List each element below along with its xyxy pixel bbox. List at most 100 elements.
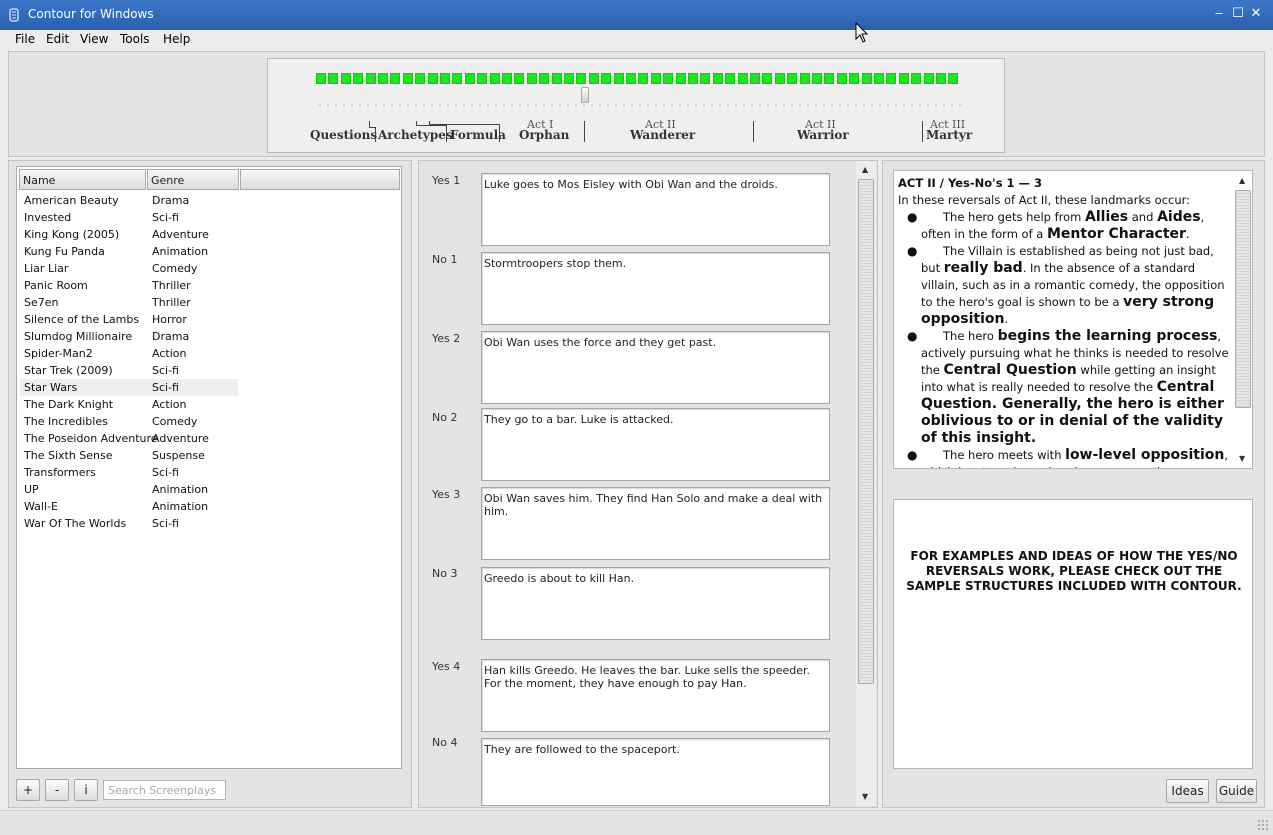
beat-cell[interactable]: [365, 73, 376, 84]
beat-cell[interactable]: [353, 73, 364, 84]
beat-cell[interactable]: [712, 73, 723, 84]
beat-cell[interactable]: [750, 73, 760, 84]
beat-cell[interactable]: [576, 73, 587, 84]
beat-cell[interactable]: [452, 73, 463, 84]
beat-cell[interactable]: [539, 73, 550, 84]
reversal-scrollbar[interactable]: ▲ ▼: [856, 161, 876, 806]
table-row[interactable]: The Incredibles Comedy: [20, 413, 238, 430]
table-row[interactable]: UP Animation: [20, 481, 238, 498]
beat-cell[interactable]: [588, 73, 599, 84]
table-row[interactable]: Kung Fu Panda Animation: [20, 243, 238, 260]
table-row[interactable]: Liar Liar Comedy: [20, 260, 238, 277]
menu-view[interactable]: View: [80, 32, 108, 46]
beat-cell[interactable]: [626, 73, 636, 84]
beat-cell[interactable]: [936, 73, 946, 84]
table-row[interactable]: Invested Sci-fi: [20, 209, 238, 226]
beat-cell[interactable]: [564, 73, 574, 84]
beat-cell[interactable]: [836, 73, 847, 84]
beat-cell[interactable]: [886, 73, 897, 84]
beat-cell[interactable]: [415, 73, 426, 84]
beat-cell[interactable]: [675, 73, 686, 84]
beat-cell[interactable]: [328, 73, 339, 84]
scroll-down-arrow-icon[interactable]: ▼: [862, 792, 868, 801]
beat-cell[interactable]: [911, 73, 922, 84]
beat-cell[interactable]: [340, 73, 351, 84]
beat-cell[interactable]: [464, 73, 475, 84]
maximize-button[interactable]: ☐: [1229, 4, 1247, 24]
table-row[interactable]: Panic Room Thriller: [20, 277, 238, 294]
beat-cell[interactable]: [861, 73, 872, 84]
beat-cell[interactable]: [427, 73, 438, 84]
beat-cell[interactable]: [824, 73, 835, 84]
beat-cell[interactable]: [898, 73, 909, 84]
beat-cell[interactable]: [316, 73, 326, 84]
guide-scrollbar[interactable]: ▲ ▼: [1235, 172, 1252, 467]
timeline-slider-thumb[interactable]: [581, 87, 589, 103]
table-row[interactable]: Silence of the Lambs Horror: [20, 311, 238, 328]
segment-archetypes[interactable]: Archetypes: [378, 128, 453, 142]
beat-cell[interactable]: [663, 73, 674, 84]
table-row[interactable]: Transformers Sci-fi: [20, 464, 238, 481]
scroll-up-arrow-icon[interactable]: ▲: [862, 165, 868, 174]
beat-cell[interactable]: [514, 73, 525, 84]
table-row[interactable]: Star Wars Sci-fi: [20, 379, 238, 396]
reversal-text-field[interactable]: They are followed to the spaceport.: [481, 738, 830, 806]
menu-tools[interactable]: Tools: [120, 32, 150, 46]
menu-file[interactable]: File: [15, 32, 35, 46]
minimize-button[interactable]: ‒: [1210, 4, 1228, 24]
table-row[interactable]: War Of The Worlds Sci-fi: [20, 515, 238, 532]
beat-cell[interactable]: [923, 73, 934, 84]
act-2b-name[interactable]: Warrior: [797, 128, 849, 142]
reversal-text-field[interactable]: Greedo is about to kill Han.: [481, 567, 830, 640]
column-header-name[interactable]: Name: [19, 169, 146, 190]
reversal-text-field[interactable]: Obi Wan saves him. They find Han Solo an…: [481, 487, 830, 560]
segment-formula[interactable]: Formula: [450, 128, 506, 142]
scroll-up-arrow-icon[interactable]: ▲: [1239, 176, 1245, 185]
segment-questions[interactable]: Questions: [310, 128, 377, 142]
beat-cell[interactable]: [688, 73, 698, 84]
beat-cell[interactable]: [402, 73, 413, 84]
table-row[interactable]: The Poseidon Adventure Adventure: [20, 430, 238, 447]
beat-cell[interactable]: [725, 73, 736, 84]
beat-cell[interactable]: [390, 73, 401, 84]
beat-cell[interactable]: [551, 73, 562, 84]
beat-cell[interactable]: [737, 73, 748, 84]
table-row[interactable]: American Beauty Drama: [20, 192, 238, 209]
menu-edit[interactable]: Edit: [46, 32, 69, 46]
beat-cell[interactable]: [613, 73, 624, 84]
table-row[interactable]: Slumdog Millionaire Drama: [20, 328, 238, 345]
beat-cell[interactable]: [526, 73, 537, 84]
table-row[interactable]: Star Trek (2009) Sci-fi: [20, 362, 238, 379]
act-3-name[interactable]: Martyr: [926, 128, 972, 142]
reversal-text-field[interactable]: Luke goes to Mos Eisley with Obi Wan and…: [481, 173, 830, 246]
beat-cell[interactable]: [477, 73, 488, 84]
table-row[interactable]: Spider-Man2 Action: [20, 345, 238, 362]
beat-cell[interactable]: [650, 73, 661, 84]
beat-cell[interactable]: [502, 73, 512, 84]
beat-cell[interactable]: [787, 73, 798, 84]
scroll-down-arrow-icon[interactable]: ▼: [1239, 454, 1245, 463]
remove-screenplay-button[interactable]: -: [45, 779, 69, 801]
scrollbar-thumb[interactable]: [1235, 190, 1251, 408]
beat-cell[interactable]: [700, 73, 711, 84]
table-row[interactable]: The Dark Knight Action: [20, 396, 238, 413]
beat-cell[interactable]: [948, 73, 959, 84]
reversal-text-field[interactable]: Han kills Greedo. He leaves the bar. Luk…: [481, 659, 830, 732]
beat-cell[interactable]: [440, 73, 450, 84]
add-screenplay-button[interactable]: +: [16, 779, 40, 801]
info-button[interactable]: i: [74, 779, 98, 801]
beat-cell[interactable]: [378, 73, 388, 84]
ideas-button[interactable]: Ideas: [1166, 779, 1209, 803]
table-row[interactable]: King Kong (2005) Adventure: [20, 226, 238, 243]
beat-cell[interactable]: [762, 73, 773, 84]
table-row[interactable]: Wall-E Animation: [20, 498, 238, 515]
beat-cell[interactable]: [849, 73, 860, 84]
search-screenplays-input[interactable]: [103, 780, 226, 800]
scrollbar-thumb[interactable]: [858, 179, 874, 684]
reversal-text-field[interactable]: Stormtroopers stop them.: [481, 252, 830, 325]
beat-cell[interactable]: [774, 73, 785, 84]
beat-cell[interactable]: [638, 73, 649, 84]
act-1-name[interactable]: Orphan: [519, 128, 569, 142]
guide-button[interactable]: Guide: [1216, 779, 1257, 803]
beat-cell[interactable]: [812, 73, 822, 84]
